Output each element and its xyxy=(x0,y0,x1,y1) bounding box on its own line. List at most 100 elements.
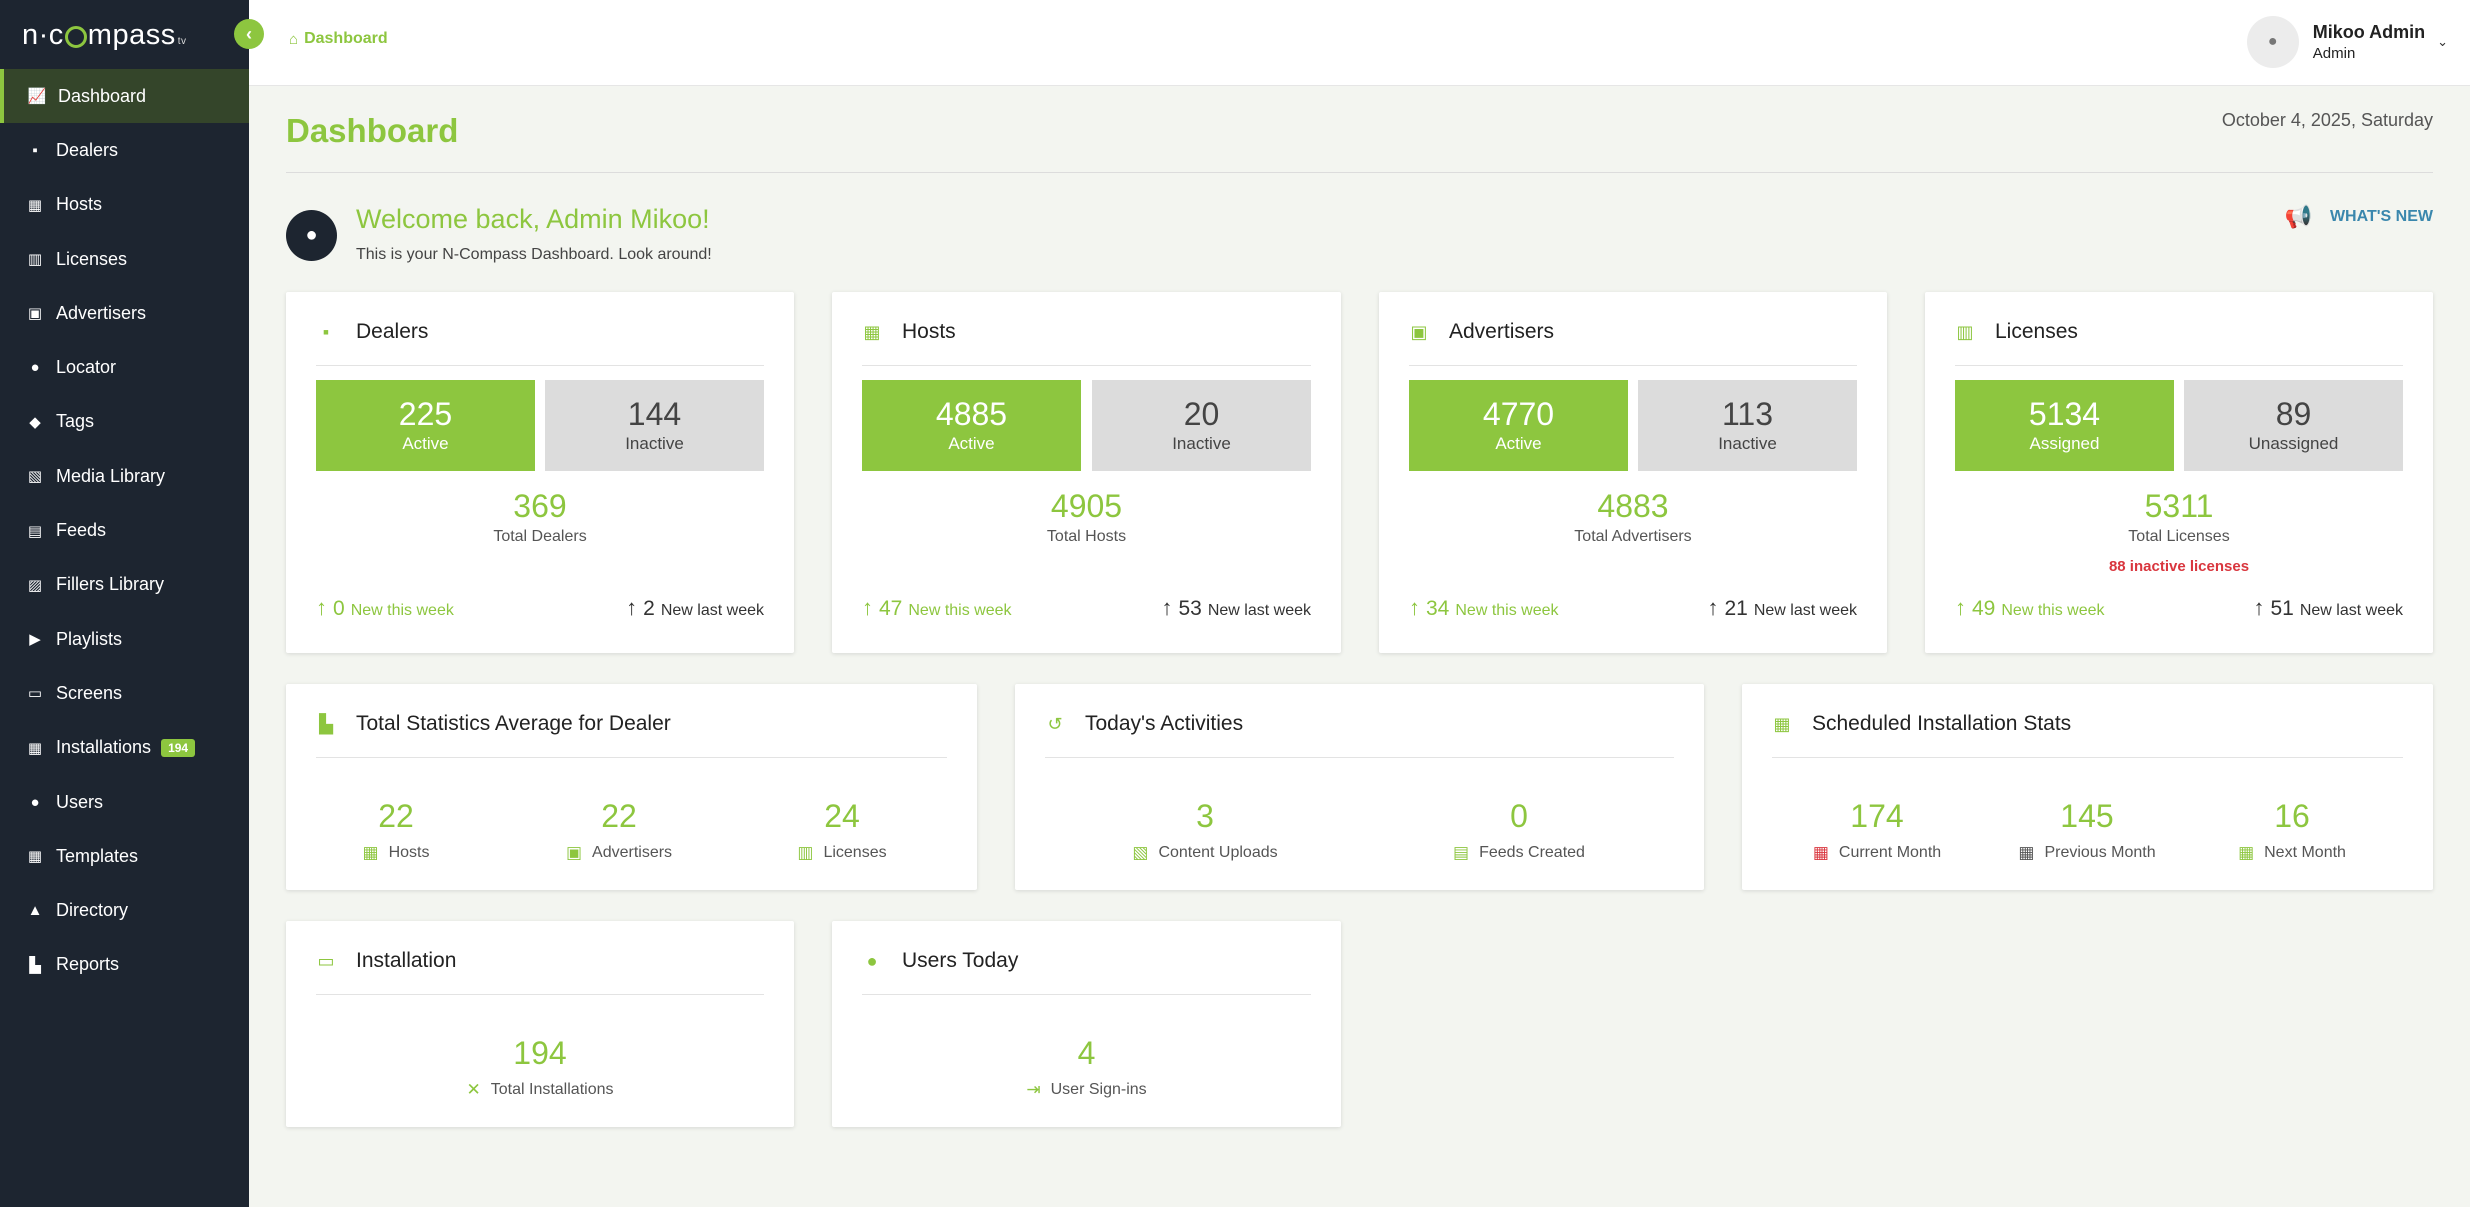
sidebar-item-locator[interactable]: ● Locator xyxy=(0,340,249,394)
chevron-down-icon[interactable]: ⌄ xyxy=(2437,34,2448,50)
sidebar-item-tags[interactable]: ◆ Tags xyxy=(0,395,249,449)
card-title: Today's Activities xyxy=(1085,712,1244,735)
tags-icon: ◆ xyxy=(29,413,41,431)
sidebar-item-licenses[interactable]: ▥ Licenses xyxy=(0,232,249,286)
barcode-icon: ▥ xyxy=(797,843,814,862)
assigned-box[interactable]: 5134 Assigned xyxy=(1955,380,2174,471)
inactive-count: 144 xyxy=(627,396,682,432)
advertisers-card[interactable]: ▣ Advertisers 4770 Active 113 Inactive 4… xyxy=(1379,292,1887,653)
chart-bar-icon: ▙ xyxy=(319,714,333,734)
map-marker-icon: ● xyxy=(30,359,40,377)
next-month-count: 16 xyxy=(2274,798,2310,834)
sidebar-item-media-library[interactable]: ▧ Media Library xyxy=(0,449,249,503)
user-sign-ins-label: User Sign-ins xyxy=(1050,1081,1147,1098)
avatar: ● xyxy=(2246,16,2299,68)
barcode-icon: ▥ xyxy=(27,251,43,269)
sidebar-item-reports[interactable]: ▙ Reports xyxy=(0,938,249,992)
sidebar-item-fillers-library[interactable]: ▨ Fillers Library xyxy=(0,558,249,612)
inactive-count: 20 xyxy=(1183,396,1220,432)
arrow-up-icon: ↑ xyxy=(1161,595,1173,620)
ad-icon: ▣ xyxy=(565,843,583,862)
sidebar-item-label: Reports xyxy=(56,954,120,975)
sidebar-item-templates[interactable]: ▦ Templates xyxy=(0,829,249,883)
inactive-count: 113 xyxy=(1721,396,1773,432)
sidebar-item-users[interactable]: ● Users xyxy=(0,775,249,829)
active-label: Active xyxy=(948,434,995,453)
unassigned-box[interactable]: 89 Unassigned xyxy=(2184,380,2403,471)
dealers-card[interactable]: ▪ Dealers 225 Active 144 Inactive 369 To… xyxy=(286,292,794,653)
new-this-week-count: 34 xyxy=(1426,597,1450,620)
inactive-licenses-warning[interactable]: 88 inactive licenses xyxy=(1925,558,2433,575)
inactive-box[interactable]: 20 Inactive xyxy=(1092,380,1311,471)
sidebar-item-hosts[interactable]: ▦ Hosts xyxy=(0,178,249,232)
sidebar-item-label: Directory xyxy=(56,900,129,921)
licenses-card[interactable]: ▥ Licenses 5134 Assigned 89 Unassigned 5… xyxy=(1925,292,2433,653)
user-menu[interactable]: ● Mikoo Admin Admin ⌄ xyxy=(2246,16,2448,68)
users-today-card: ● Users Today 4 ⇥ User Sign-ins xyxy=(832,921,1341,1127)
chart-line-icon: 📈 xyxy=(27,88,47,106)
map-icon: ▦ xyxy=(863,322,881,342)
card-title: Dealers xyxy=(356,320,429,343)
assigned-label: Assigned xyxy=(2029,434,2100,453)
active-count: 4770 xyxy=(1482,396,1555,432)
sidebar-item-feeds[interactable]: ▤ Feeds xyxy=(0,503,249,557)
sidebar-item-label: Media Library xyxy=(56,465,166,486)
sidebar-item-advertisers[interactable]: ▣ Advertisers xyxy=(0,286,249,340)
new-this-week-label: New this week xyxy=(2001,602,2105,619)
previous-month-count: 145 xyxy=(2060,798,2114,834)
new-last-week-label: New last week xyxy=(2299,602,2403,619)
new-last-week: ↑ 2 New last week xyxy=(626,595,764,621)
total-label: Total Licenses xyxy=(2128,528,2230,545)
new-this-week: ↑ 34 New this week xyxy=(1409,595,1559,621)
sidebar-collapse-button[interactable]: ‹ xyxy=(234,19,264,49)
inactive-label: Inactive xyxy=(1718,434,1777,453)
total-label: Total Dealers xyxy=(493,528,587,545)
active-box[interactable]: 225 Active xyxy=(316,380,535,471)
card-header: ▣ Advertisers xyxy=(1409,320,1857,366)
sidebar-item-dealers[interactable]: ▪ Dealers xyxy=(0,123,249,177)
breadcrumb-label: Dashboard xyxy=(304,30,388,47)
logo[interactable]: n·c mpass tv xyxy=(22,18,187,52)
next-month: 16 ▦ Next Month xyxy=(2217,798,2367,863)
new-this-week-label: New this week xyxy=(1455,602,1559,619)
sidebar-item-dashboard[interactable]: 📈 Dashboard xyxy=(0,69,249,124)
feed-icon: ▤ xyxy=(1453,843,1470,862)
sidebar-item-label: Users xyxy=(56,791,104,812)
inactive-box[interactable]: 113 Inactive xyxy=(1638,380,1857,471)
next-month-label: Next Month xyxy=(2264,844,2346,861)
sitemap-icon: ▲ xyxy=(27,902,43,920)
sign-in-icon: ⇥ xyxy=(1026,1080,1041,1099)
sidebar-item-playlists[interactable]: ▶ Playlists xyxy=(0,612,249,666)
sidebar-item-label: Locator xyxy=(56,357,117,378)
active-box[interactable]: 4885 Active xyxy=(862,380,1081,471)
inactive-box[interactable]: 144 Inactive xyxy=(545,380,764,471)
sidebar-item-installations[interactable]: ▦ Installations 194 xyxy=(0,721,249,775)
card-header: ▙ Total Statistics Average for Dealer xyxy=(316,712,947,758)
new-this-week: ↑ 47 New this week xyxy=(862,595,1012,621)
content-uploads-label: Content Uploads xyxy=(1158,844,1278,861)
new-this-week-label: New this week xyxy=(908,602,1012,619)
history-icon: ↺ xyxy=(1047,714,1063,734)
sidebar-item-screens[interactable]: ▭ Screens xyxy=(0,666,249,720)
avg-hosts: 22 ▦ Hosts xyxy=(326,798,466,863)
sidebar-item-directory[interactable]: ▲ Directory xyxy=(0,883,249,937)
current-month: 174 ▦ Current Month xyxy=(1797,798,1957,863)
sidebar-item-label: Screens xyxy=(56,682,123,703)
calendar-icon: ▦ xyxy=(27,739,43,757)
active-box[interactable]: 4770 Active xyxy=(1409,380,1628,471)
page-title: Dashboard xyxy=(286,112,459,149)
new-last-week: ↑ 21 New last week xyxy=(1707,595,1857,621)
welcome-subtitle: This is your N-Compass Dashboard. Look a… xyxy=(356,246,712,263)
feeds-created-label: Feeds Created xyxy=(1479,844,1585,861)
calendar-icon: ▦ xyxy=(1773,714,1791,734)
whats-new-link[interactable]: 📢 WHAT'S NEW xyxy=(2285,204,2433,230)
breadcrumb[interactable]: ⌂ Dashboard xyxy=(289,30,388,48)
previous-month-label: Previous Month xyxy=(2044,844,2156,861)
new-last-week-label: New last week xyxy=(1753,602,1857,619)
briefcase-icon: ▪ xyxy=(322,322,330,342)
user-name: Mikoo Admin xyxy=(2312,22,2426,42)
hosts-card[interactable]: ▦ Hosts 4885 Active 20 Inactive 4905 Tot… xyxy=(832,292,1341,653)
new-last-week-count: 51 xyxy=(2270,597,2294,620)
total-label: Total Advertisers xyxy=(1574,528,1692,545)
new-this-week: ↑ 0 New this week xyxy=(316,595,454,621)
